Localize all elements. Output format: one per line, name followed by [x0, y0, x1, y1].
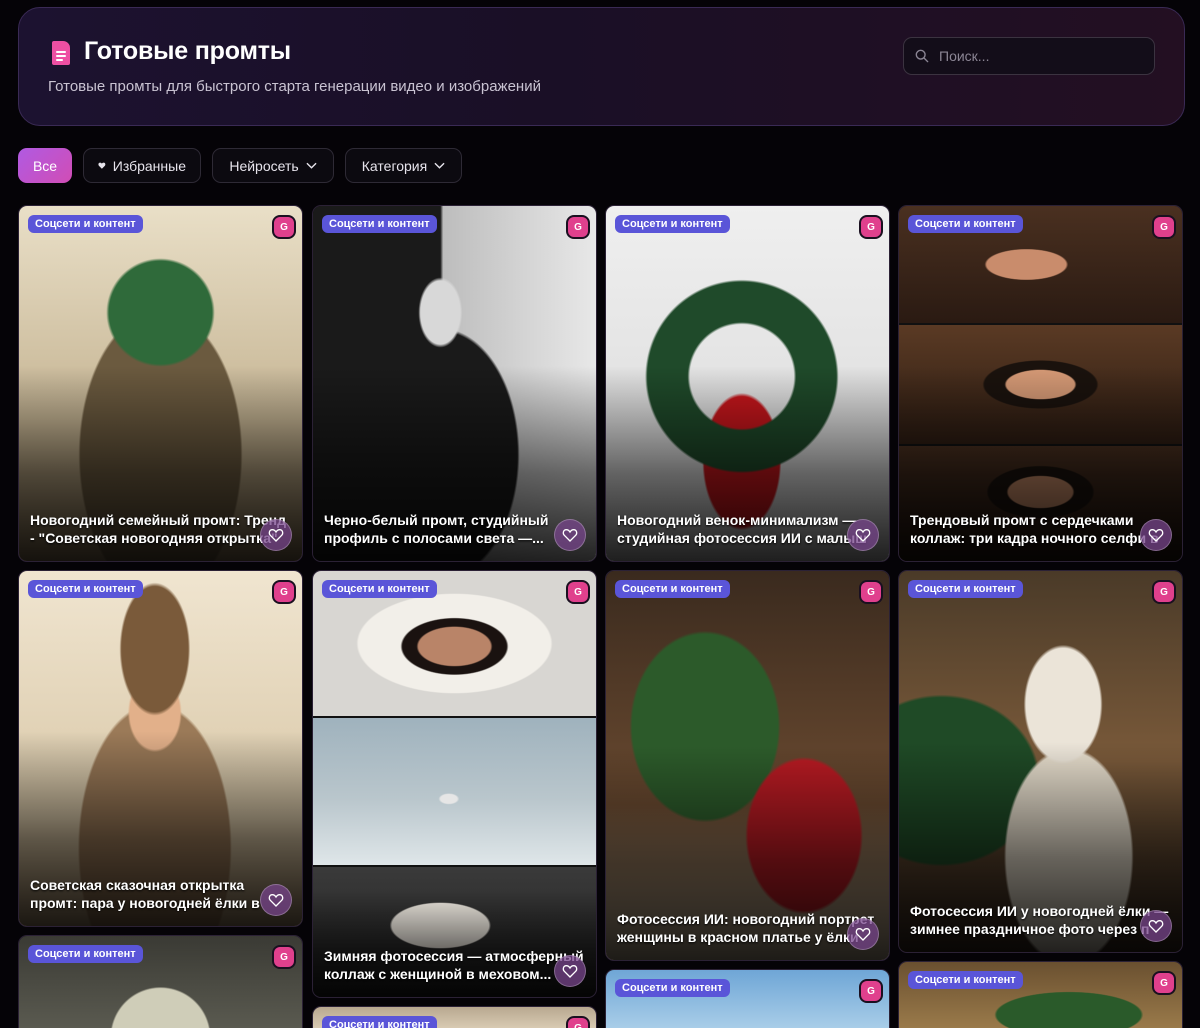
card-title: Новогодний семейный промт: Тренд - "Сове…: [30, 512, 286, 546]
prompt-card[interactable]: Соцсети и контент G: [312, 1006, 597, 1028]
category-badge: Соцсети и контент: [908, 971, 1023, 989]
prompt-card[interactable]: Соцсети и контент G: [898, 961, 1183, 1028]
heart-outline-icon: [855, 528, 871, 542]
category-badge: Соцсети и контент: [615, 979, 730, 997]
filter-category-label: Категория: [361, 157, 428, 174]
filter-favorites-button[interactable]: Избранные: [83, 148, 201, 183]
heart-outline-icon: [1148, 528, 1164, 542]
filter-network-dropdown[interactable]: Нейросеть: [212, 148, 334, 183]
category-badge: Соцсети и контент: [322, 215, 437, 233]
category-badge: Соцсети и контент: [908, 580, 1023, 598]
model-badge: G: [861, 981, 881, 1001]
favorite-button[interactable]: [260, 519, 292, 551]
category-badge: Соцсети и контент: [28, 580, 143, 598]
favorite-button[interactable]: [1140, 910, 1172, 942]
filter-all-label: Все: [32, 157, 58, 174]
prompt-card[interactable]: Соцсети и контент G Черно-белый промт, с…: [312, 205, 597, 562]
document-icon: [52, 41, 70, 65]
category-badge: Соцсети и контент: [615, 580, 730, 598]
favorite-button[interactable]: [554, 519, 586, 551]
prompt-card[interactable]: Соцсети и контент G Фотосессия ИИ: новог…: [605, 570, 890, 961]
heart-outline-icon: [1148, 919, 1164, 933]
favorite-button[interactable]: [1140, 519, 1172, 551]
category-badge: Соцсети и контент: [615, 215, 730, 233]
category-badge: Соцсети и контент: [908, 215, 1023, 233]
heart-icon: [98, 162, 106, 169]
heart-outline-icon: [855, 927, 871, 941]
category-badge: Соцсети и контент: [322, 580, 437, 598]
filter-network-label: Нейросеть: [229, 157, 299, 174]
category-badge: Соцсети и контент: [322, 1016, 437, 1028]
heart-outline-icon: [268, 528, 284, 542]
prompt-card[interactable]: Соцсети и контент G Новогодний венок-мин…: [605, 205, 890, 562]
card-title: Трендовый промт с сердечками коллаж: три…: [910, 512, 1159, 546]
prompt-card[interactable]: Соцсети и контент G Фотосессия ИИ у ново…: [898, 570, 1183, 953]
heart-outline-icon: [562, 528, 578, 542]
page-subtitle: Готовые промты для быстрого старта генер…: [48, 78, 541, 95]
prompt-card[interactable]: Соцсети и контент G Новогодний семейный …: [18, 205, 303, 562]
model-badge: G: [861, 217, 881, 237]
category-badge: Соцсети и контент: [28, 215, 143, 233]
filter-favorites-label: Избранные: [112, 157, 186, 174]
card-title: Фотосессия ИИ у новогодней ёлки — зимнее…: [910, 903, 1169, 937]
chevron-down-icon: [306, 162, 317, 169]
prompt-card[interactable]: Соцсети и контент G: [18, 935, 303, 1028]
model-badge: G: [568, 582, 588, 602]
card-title: Зимняя фотосессия — атмосферный коллаж с…: [324, 948, 584, 982]
model-badge: G: [274, 947, 294, 967]
search-box[interactable]: [903, 37, 1155, 75]
prompt-card[interactable]: Соцсети и контент G: [605, 969, 890, 1028]
model-badge: G: [1154, 582, 1174, 602]
card-title: Фотосессия ИИ: новогодний портрет женщин…: [617, 911, 875, 945]
card-title: Черно-белый промт, студийный профиль с п…: [324, 512, 549, 546]
prompt-card[interactable]: Соцсети и контент G Зимняя фотосессия — …: [312, 570, 597, 998]
heart-outline-icon: [562, 964, 578, 978]
model-badge: G: [274, 582, 294, 602]
category-badge: Соцсети и контент: [28, 945, 143, 963]
prompt-card[interactable]: Соцсети и контент G Трендовый промт с се…: [898, 205, 1183, 562]
favorite-button[interactable]: [847, 519, 879, 551]
heart-outline-icon: [268, 893, 284, 907]
model-badge: G: [1154, 217, 1174, 237]
model-badge: G: [274, 217, 294, 237]
search-icon: [915, 49, 929, 63]
model-badge: G: [861, 582, 881, 602]
model-badge: G: [568, 217, 588, 237]
card-title: Новогодний венок-минимализм — студийная …: [617, 512, 867, 546]
prompt-card[interactable]: Соцсети и контент G Советская сказочная …: [18, 570, 303, 927]
filter-all-button[interactable]: Все: [18, 148, 72, 183]
chevron-down-icon: [434, 162, 445, 169]
filter-category-dropdown[interactable]: Категория: [345, 148, 462, 183]
favorite-button[interactable]: [554, 955, 586, 987]
page-title: Готовые промты: [84, 37, 291, 65]
favorite-button[interactable]: [847, 918, 879, 950]
model-badge: G: [1154, 973, 1174, 993]
card-title: Советская сказочная открытка промт: пара…: [30, 877, 260, 911]
search-input[interactable]: [939, 46, 1144, 66]
favorite-button[interactable]: [260, 884, 292, 916]
model-badge: G: [568, 1018, 588, 1028]
page-header: Готовые промты Готовые промты для быстро…: [18, 7, 1185, 126]
